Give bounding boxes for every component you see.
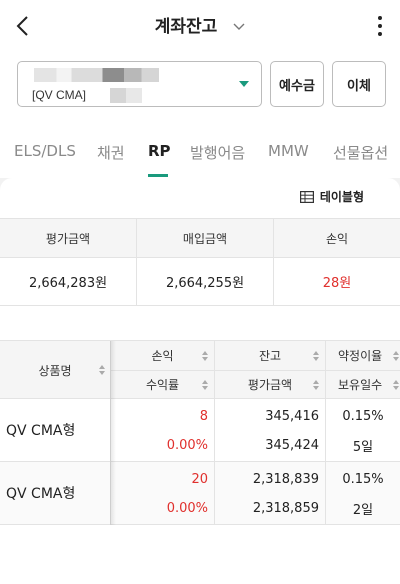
rate-value: 0.15%	[342, 409, 384, 424]
active-tab-indicator	[148, 174, 168, 177]
sort-icon	[99, 365, 105, 375]
eval-amount-value: 2,664,283원	[0, 258, 137, 305]
tabs-fade-left	[0, 124, 14, 178]
header-days-label: 보유일수	[338, 378, 383, 392]
header-rate-label: 약정이율	[338, 349, 383, 363]
sort-icon	[393, 350, 399, 361]
holdings-table-header: 상품명 손익 수익률 잔고 평가금액 약정이율 보유일수	[0, 341, 400, 399]
chevron-down-icon	[233, 23, 245, 30]
header-divider	[111, 370, 400, 371]
summary-value-row: 2,664,283원 2,664,255원 28원	[0, 258, 400, 306]
pnl-value: 8	[199, 409, 208, 424]
eval-value: 345,424	[265, 438, 319, 453]
days-value: 5일	[352, 440, 374, 455]
tabs-fade-right	[386, 124, 400, 178]
header-product-label: 상품명	[38, 363, 72, 378]
table-view-label: 테이블형	[319, 190, 364, 204]
header-rate[interactable]: 약정이율	[326, 341, 400, 370]
column-divider	[325, 341, 326, 525]
eval-value: 2,318,859	[252, 501, 319, 516]
header-balance[interactable]: 잔고	[215, 341, 325, 370]
sort-icon	[202, 379, 208, 390]
header-purchase-amount: 매입금액	[137, 219, 274, 257]
tab-futures-options[interactable]: 선물옵션	[333, 142, 388, 163]
frozen-column-shadow	[110, 341, 116, 525]
table-view-button[interactable]: 테이블형	[299, 188, 364, 205]
header-eval-label: 평가금액	[247, 378, 293, 392]
column-divider	[214, 341, 215, 525]
header-product-name[interactable]: 상품명	[0, 341, 110, 399]
summary-card: 테이블형 평가금액 매입금액 손익 2,664,283원 2,664,255원 …	[0, 178, 400, 318]
product-tabs: ELS/DLS 채권 RP 발행어음 MMW 선물옵션	[0, 124, 400, 178]
tab-issued-note[interactable]: 발행어음	[190, 142, 245, 163]
pnl-value: 20	[191, 472, 208, 487]
tab-mmw[interactable]: MMW	[268, 142, 309, 160]
balance-value: 2,318,839	[252, 472, 319, 487]
header-return-label: 수익률	[145, 378, 180, 392]
sort-icon	[313, 379, 319, 390]
transfer-button[interactable]: 이체	[332, 61, 386, 107]
product-name: QV CMA형	[6, 486, 76, 502]
caret-down-icon	[239, 81, 249, 87]
page-title-dropdown[interactable]: 계좌잔고	[0, 12, 400, 37]
header-days[interactable]: 보유일수	[326, 370, 400, 399]
tab-rp[interactable]: RP	[148, 142, 171, 160]
account-select[interactable]: [QV CMA]	[17, 61, 262, 107]
profit-loss-value: 28원	[322, 276, 352, 291]
sort-icon	[313, 350, 319, 361]
product-name: QV CMA형	[6, 423, 76, 439]
account-number-redacted	[34, 68, 159, 82]
return-value: 0.00%	[166, 438, 208, 453]
holdings-table: 상품명 손익 수익률 잔고 평가금액 약정이율 보유일수 QV CMA형 8 0…	[0, 340, 400, 525]
sort-icon	[202, 350, 208, 361]
table-row[interactable]: QV CMA형 20 0.00% 2,318,839 2,318,859 0.1…	[0, 462, 400, 525]
return-value: 0.00%	[166, 501, 208, 516]
days-value: 2일	[352, 503, 374, 518]
header-pnl-label: 손익	[151, 349, 174, 363]
tab-bond[interactable]: 채권	[97, 142, 125, 163]
header-eval[interactable]: 평가금액	[215, 370, 325, 399]
top-bar: 계좌잔고	[0, 0, 400, 52]
table-row[interactable]: QV CMA형 8 0.00% 345,416 345,424 0.15% 5일	[0, 399, 400, 462]
balance-value: 345,416	[265, 409, 319, 424]
deposit-button[interactable]: 예수금	[270, 61, 324, 107]
summary-header-row: 평가금액 매입금액 손익	[0, 218, 400, 258]
purchase-amount-value: 2,664,255원	[137, 258, 274, 305]
header-balance-label: 잔고	[258, 349, 282, 363]
tab-els-dls[interactable]: ELS/DLS	[14, 142, 76, 160]
header-eval-amount: 평가금액	[0, 219, 137, 257]
rate-value: 0.15%	[342, 472, 384, 487]
table-grid-icon	[299, 190, 314, 203]
sort-icon	[393, 379, 399, 390]
account-bar: [QV CMA] 예수금 이체	[0, 52, 400, 116]
account-name-redacted	[110, 88, 142, 103]
page-title: 계좌잔고	[154, 17, 218, 37]
header-return[interactable]: 수익률	[111, 370, 214, 399]
more-vertical-icon[interactable]	[372, 12, 388, 40]
header-pnl[interactable]: 손익	[111, 341, 214, 370]
header-profit-loss: 손익	[325, 231, 349, 246]
account-type-label: [QV CMA]	[32, 88, 87, 102]
